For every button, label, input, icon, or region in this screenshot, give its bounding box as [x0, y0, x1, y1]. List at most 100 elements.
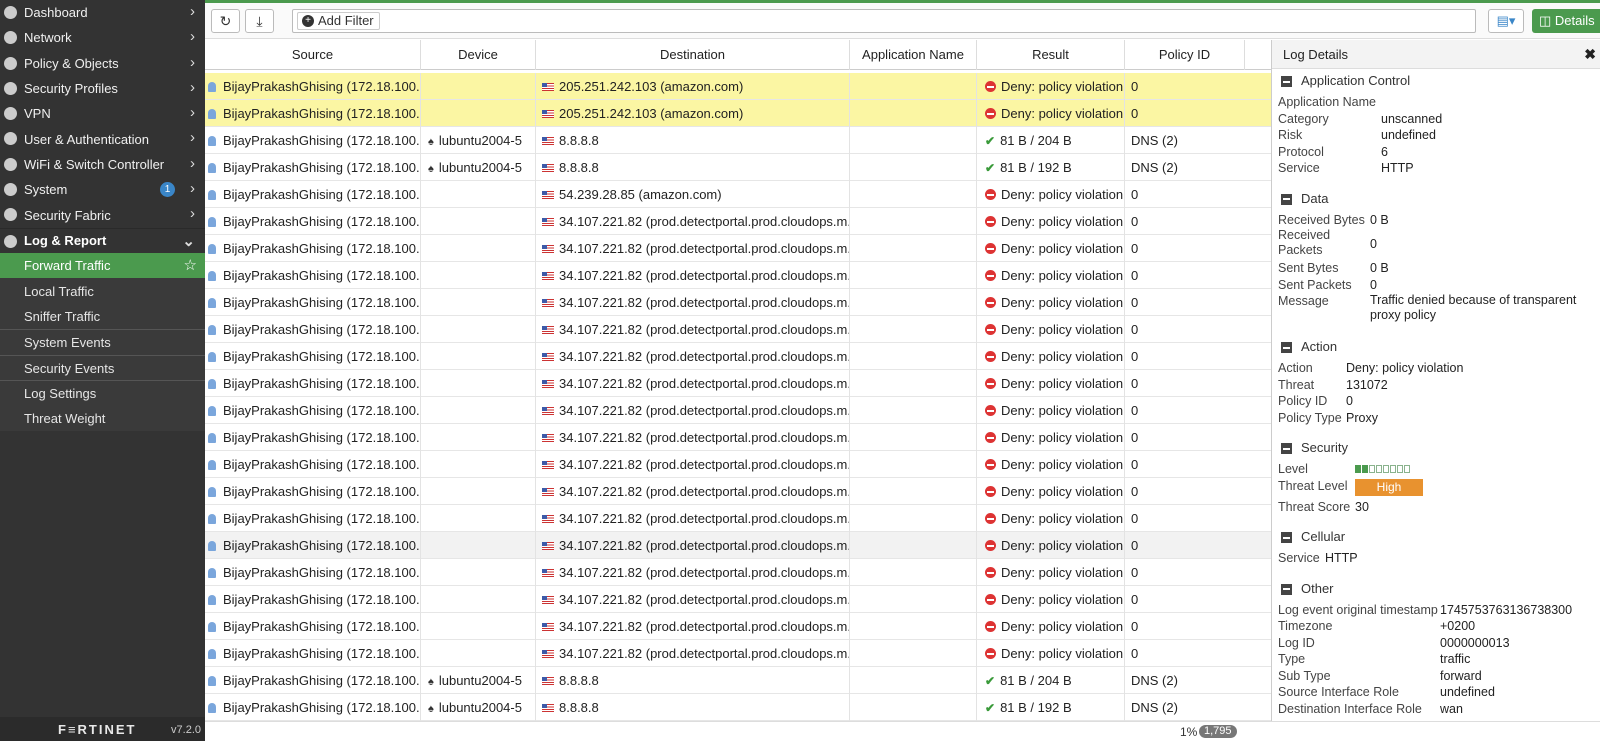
cell-0: BijayPrakashGhising (172.18.100.2) [205, 127, 421, 154]
download-button[interactable]: ⤓ [245, 9, 274, 33]
deny-icon [985, 648, 996, 659]
table-row[interactable]: BijayPrakashGhising (172.18.100.2) 34.107… [205, 586, 1271, 613]
details-button[interactable]: ◫ Details [1532, 9, 1600, 33]
destination-text: 34.107.221.82 (prod.detectportal.prod.cl… [559, 376, 850, 391]
cell-4: Deny: policy violation [977, 559, 1125, 586]
sidebar-subitem-security-events[interactable]: Security Events [0, 354, 205, 381]
table-row[interactable]: BijayPrakashGhising (172.18.100.2) 205.25… [205, 73, 1271, 100]
cell-5: DNS (2) [1125, 154, 1245, 181]
user-icon [208, 352, 216, 362]
sidebar-item-log-report[interactable]: Log & Report ⌄ [0, 227, 205, 253]
detail-key: Policy ID [1278, 394, 1328, 408]
close-icon[interactable]: ✖ [1584, 40, 1596, 69]
view-options-dropdown[interactable]: ▤▾ [1488, 9, 1524, 33]
user-icon [208, 163, 216, 173]
user-icon [208, 406, 216, 416]
cell-0: BijayPrakashGhising (172.18.100.2) [205, 262, 421, 289]
section-other[interactable]: Other [1278, 579, 1600, 599]
collapse-icon[interactable] [1281, 583, 1292, 595]
sidebar-item-vpn[interactable]: VPN › [0, 101, 205, 126]
column-header-destination[interactable]: Destination [536, 40, 850, 70]
sidebar-item-system[interactable]: System 1 › [0, 177, 205, 202]
collapse-icon[interactable] [1281, 443, 1292, 454]
cell-1: ♠ lubuntu2004-5 [421, 667, 536, 694]
cell-0: BijayPrakashGhising (172.18.100.2) [205, 181, 421, 208]
destination-text: 34.107.221.82 (prod.detectportal.prod.cl… [559, 646, 850, 661]
column-header-result[interactable]: Result [977, 40, 1125, 70]
source-text: BijayPrakashGhising (172.18.100.2) [223, 619, 421, 634]
star-icon[interactable]: ☆ [184, 256, 197, 274]
sidebar-subitem-sniffer-traffic[interactable]: Sniffer Traffic [0, 303, 205, 330]
column-header-source[interactable]: Source [205, 40, 421, 70]
linux-icon: ♠ [428, 703, 434, 715]
table-row[interactable]: BijayPrakashGhising (172.18.100.2) 54.239… [205, 181, 1271, 208]
table-row[interactable]: BijayPrakashGhising (172.18.100.2) 34.107… [205, 532, 1271, 559]
section-cellular[interactable]: Cellular [1278, 527, 1600, 547]
cell-1 [421, 478, 536, 505]
table-row[interactable]: BijayPrakashGhising (172.18.100.2) 34.107… [205, 559, 1271, 586]
section-data[interactable]: Data [1278, 189, 1600, 209]
table-row[interactable]: BijayPrakashGhising (172.18.100.2) ♠ lubun… [205, 154, 1271, 181]
detail-row: Policy ID 0 [1278, 393, 1600, 410]
table-row[interactable]: BijayPrakashGhising (172.18.100.2) ♠ lubun… [205, 667, 1271, 694]
cell-4: Deny: policy violation [977, 505, 1125, 532]
collapse-icon[interactable] [1281, 193, 1292, 205]
collapse-icon[interactable] [1281, 532, 1292, 543]
section-security[interactable]: Security [1278, 438, 1600, 458]
policy-id-text: 0 [1131, 349, 1139, 364]
table-row[interactable]: BijayPrakashGhising (172.18.100.2) 34.107… [205, 478, 1271, 505]
sidebar-item-label: VPN [24, 106, 51, 122]
filter-input[interactable]: + Add Filter [292, 9, 1476, 33]
table-row[interactable]: BijayPrakashGhising (172.18.100.2) ♠ lubun… [205, 127, 1271, 154]
sidebar-item-user-authentication[interactable]: User & Authentication › [0, 126, 205, 151]
table-row[interactable]: BijayPrakashGhising (172.18.100.2) 34.107… [205, 424, 1271, 451]
table-row[interactable]: BijayPrakashGhising (172.18.100.2) 34.107… [205, 262, 1271, 289]
column-header-application-name[interactable]: Application Name [850, 40, 977, 70]
sidebar-item-network[interactable]: Network › [0, 25, 205, 50]
section-action[interactable]: Action [1278, 337, 1600, 357]
sidebar-subitem-forward-traffic[interactable]: Forward Traffic ☆ [0, 252, 205, 279]
result-text: Deny: policy violation [1001, 376, 1124, 391]
section-application-control[interactable]: Application Control [1278, 71, 1600, 91]
collapse-icon[interactable] [1281, 76, 1292, 87]
threat-level-badge: High [1355, 478, 1423, 496]
sidebar-item-security-profiles[interactable]: Security Profiles › [0, 76, 205, 101]
sidebar-item-security-fabric[interactable]: Security Fabric › [0, 202, 205, 227]
user-icon [208, 649, 216, 659]
refresh-button[interactable]: ↻ [211, 9, 240, 33]
progress-percent: 1% [1180, 725, 1198, 739]
table-row[interactable]: BijayPrakashGhising (172.18.100.2) 34.107… [205, 505, 1271, 532]
policy-id-text: 0 [1131, 538, 1139, 553]
table-row[interactable]: BijayPrakashGhising (172.18.100.2) 34.107… [205, 289, 1271, 316]
table-row[interactable]: BijayPrakashGhising (172.18.100.2) 34.107… [205, 451, 1271, 478]
result-text: Deny: policy violation [1001, 187, 1124, 202]
cell-4: ✔ 81 B / 204 B [977, 127, 1125, 154]
sidebar-subitem-label: Threat Weight [24, 411, 106, 427]
table-row[interactable]: BijayPrakashGhising (172.18.100.2) 34.107… [205, 343, 1271, 370]
table-row[interactable]: BijayPrakashGhising (172.18.100.2) 34.107… [205, 208, 1271, 235]
table-row[interactable]: BijayPrakashGhising (172.18.100.2) 34.107… [205, 397, 1271, 424]
sidebar-subitem-system-events[interactable]: System Events [0, 329, 205, 355]
sidebar-item-wifi-switch-controller[interactable]: WiFi & Switch Controller › [0, 152, 205, 177]
table-row[interactable]: BijayPrakashGhising (172.18.100.2) 34.107… [205, 613, 1271, 640]
table-row[interactable]: BijayPrakashGhising (172.18.100.2) 34.107… [205, 640, 1271, 667]
sidebar-subitem-threat-weight[interactable]: Threat Weight [0, 405, 205, 432]
sidebar-subitem-log-settings[interactable]: Log Settings [0, 380, 205, 406]
table-row[interactable]: BijayPrakashGhising (172.18.100.2) 34.107… [205, 316, 1271, 343]
table-row[interactable]: BijayPrakashGhising (172.18.100.2) ♠ lubun… [205, 694, 1271, 721]
user-icon [208, 136, 216, 146]
table-row[interactable]: BijayPrakashGhising (172.18.100.2) 205.25… [205, 100, 1271, 127]
table-row[interactable]: BijayPrakashGhising (172.18.100.2) 34.107… [205, 370, 1271, 397]
cell-3 [850, 262, 977, 289]
sidebar-item-dashboard[interactable]: Dashboard › [0, 0, 205, 25]
column-header-policy-id[interactable]: Policy ID [1125, 40, 1245, 70]
sidebar-item-policy-objects[interactable]: Policy & Objects › [0, 51, 205, 76]
level-segment [1376, 465, 1382, 473]
collapse-icon[interactable] [1281, 342, 1292, 353]
table-row[interactable]: BijayPrakashGhising (172.18.100.2) 34.107… [205, 235, 1271, 262]
sidebar-subitem-local-traffic[interactable]: Local Traffic [0, 278, 205, 304]
add-filter-button[interactable]: + Add Filter [297, 12, 380, 30]
column-header-device[interactable]: Device [421, 40, 536, 70]
cell-0: BijayPrakashGhising (172.18.100.2) [205, 451, 421, 478]
cell-0: BijayPrakashGhising (172.18.100.2) [205, 532, 421, 559]
